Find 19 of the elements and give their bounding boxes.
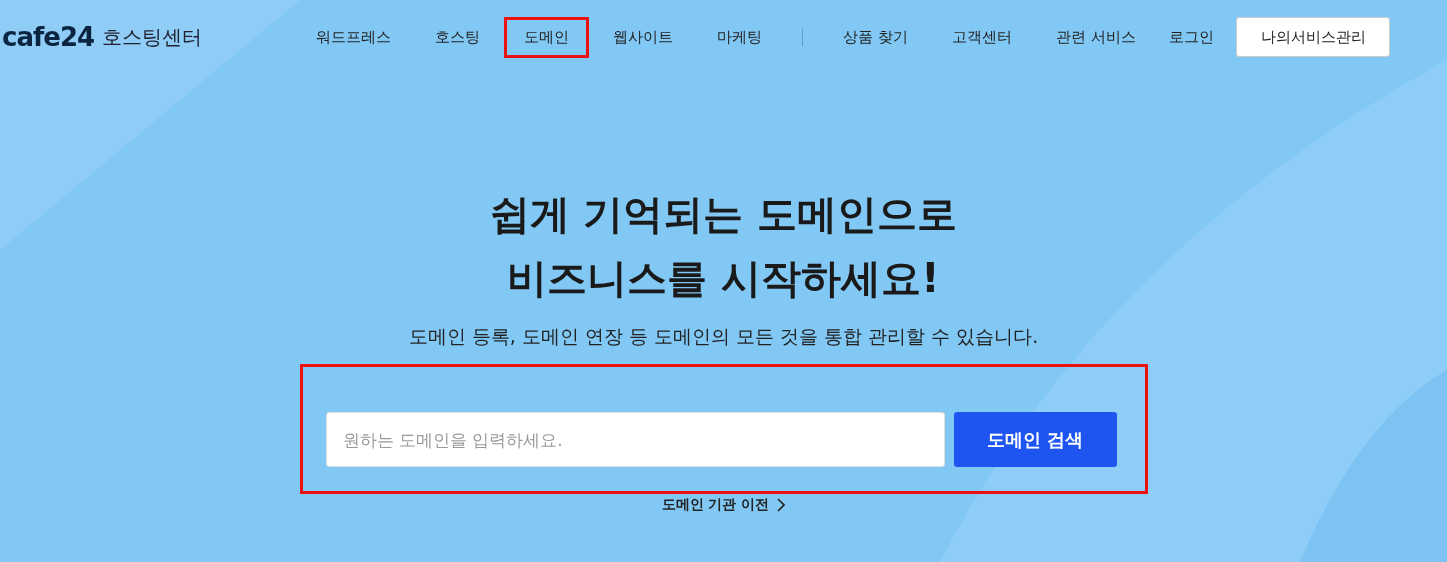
logo-wordmark[interactable]: cafe24 (2, 22, 95, 52)
nav-link[interactable]: 도메인 (504, 16, 589, 58)
nav-link[interactable]: 관련 서비스 (1035, 16, 1156, 58)
nav-link[interactable]: 상품 찾기 (823, 16, 928, 58)
chevron-right-icon (776, 498, 786, 512)
hero-title: 쉽게 기억되는 도메인으로 (489, 190, 958, 239)
domain-search-button[interactable]: 도메인 검색 (953, 412, 1117, 467)
nav-link[interactable]: 워드프레스 (296, 16, 411, 58)
domain-search-field[interactable]: 원하는 도메인을 입력하세요. (325, 412, 945, 467)
nav-link[interactable]: 마케팅 (697, 16, 782, 58)
nav-link[interactable]: 호스팅 (415, 16, 500, 58)
transfer-link[interactable]: 도메인 기관 이전 (661, 496, 786, 514)
hero-title: 비즈니스를 시작하세요! (507, 254, 940, 303)
my-services-button[interactable]: 나의서비스관리 (1236, 17, 1390, 57)
hero-subtitle: 도메인 등록, 도메인 연장 등 도메인의 모든 것을 통합 관리할 수 있습니다. (408, 324, 1039, 349)
nav-link[interactable]: 웹사이트 (593, 16, 693, 58)
login-link[interactable]: 로그인 (1169, 27, 1214, 47)
logo-subtitle[interactable]: 호스팅센터 (102, 23, 203, 51)
nav-link[interactable]: 고객센터 (931, 16, 1032, 58)
